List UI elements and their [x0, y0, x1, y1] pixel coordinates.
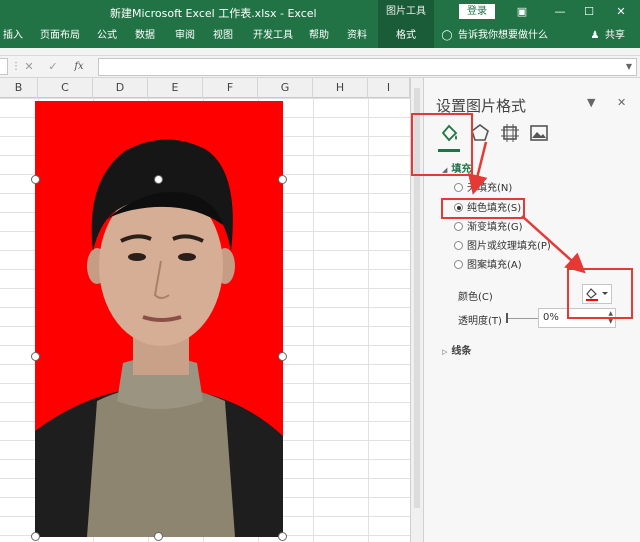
tab-review[interactable]: 审阅 — [170, 24, 200, 48]
resize-handle[interactable] — [31, 352, 40, 361]
minimize-icon[interactable]: — — [549, 3, 571, 21]
maximize-icon[interactable]: ☐ — [578, 3, 600, 21]
fill-option-gradient[interactable]: 渐变填充(G) — [454, 221, 523, 235]
expand-triangle-icon: ▷ — [442, 348, 448, 356]
annotation-box-color-button — [567, 268, 633, 319]
picture-icon[interactable] — [528, 122, 550, 144]
fill-option-picture-texture[interactable]: 图片或纹理填充(P) — [454, 240, 551, 254]
radio-button[interactable] — [454, 222, 463, 231]
transparency-slider-thumb[interactable] — [506, 313, 508, 323]
tab-page-layout[interactable]: 页面布局 — [34, 24, 86, 48]
tab-data[interactable]: 数据 — [130, 24, 160, 48]
user-icon: ♟ — [590, 30, 600, 41]
color-label: 颜色(C) — [458, 292, 493, 303]
radio-button[interactable] — [454, 241, 463, 250]
column-header-row: B C D E F G H I — [0, 78, 410, 98]
resize-handle[interactable] — [154, 532, 163, 541]
portrait-photo — [35, 101, 283, 537]
tab-insert[interactable]: 插入 — [0, 24, 26, 48]
fill-option-label: 渐变填充(G) — [467, 222, 523, 233]
tell-me-search[interactable]: 告诉我你想要做什么 — [458, 24, 568, 48]
share-button[interactable]: 共享 — [602, 24, 628, 48]
tab-help[interactable]: 帮助 — [304, 24, 334, 48]
insert-function-button[interactable]: fx — [70, 58, 88, 75]
annotation-box-fill-tab — [411, 113, 473, 176]
tab-formulas[interactable]: 公式 — [92, 24, 122, 48]
formula-input[interactable]: ▼ — [98, 58, 637, 76]
radio-button[interactable] — [454, 260, 463, 269]
pane-options-icon[interactable]: ▼ — [587, 96, 595, 109]
resize-handle[interactable] — [154, 175, 163, 184]
tab-view[interactable]: 视图 — [208, 24, 238, 48]
annotation-box-solid-fill — [441, 198, 525, 219]
column-header[interactable]: I — [368, 78, 410, 98]
tab-developer[interactable]: 开发工具 — [246, 24, 300, 48]
column-header[interactable]: H — [313, 78, 368, 98]
cancel-formula-button[interactable]: ✕ — [20, 58, 38, 75]
resize-handle[interactable] — [31, 175, 40, 184]
ribbon-tab-bar: 插入 页面布局 公式 数据 审阅 视图 开发工具 帮助 资料 格式 ◯ 告诉我你… — [0, 24, 640, 48]
picture-tools-context-label: 图片工具 — [378, 0, 434, 24]
selected-picture[interactable] — [35, 101, 283, 537]
pane-close-icon[interactable]: ✕ — [617, 96, 626, 109]
column-header[interactable]: B — [0, 78, 38, 98]
spin-down-icon[interactable]: ▼ — [608, 318, 613, 326]
resize-handle[interactable] — [278, 352, 287, 361]
tab-format[interactable]: 格式 — [378, 24, 434, 48]
formula-bar: ⋮ ✕ ✓ fx ▼ — [0, 56, 640, 78]
fill-option-pattern[interactable]: 图案填充(A) — [454, 259, 522, 273]
resize-handle[interactable] — [278, 175, 287, 184]
column-header[interactable]: E — [148, 78, 203, 98]
fill-option-none[interactable]: 无填充(N) — [454, 182, 512, 196]
column-header[interactable]: F — [203, 78, 258, 98]
tab-resources[interactable]: 资料 — [342, 24, 372, 48]
column-header[interactable]: G — [258, 78, 313, 98]
transparency-value: 0% — [543, 312, 559, 323]
line-section-header[interactable]: ▷ 线条 — [442, 342, 471, 357]
expand-formula-bar-icon[interactable]: ▼ — [626, 59, 632, 75]
ribbon-collapsed-strip — [0, 48, 640, 56]
title-bar: 新建Microsoft Excel 工作表.xlsx - Excel 图片工具 … — [0, 0, 640, 24]
ribbon-display-icon[interactable]: ▣ — [511, 3, 533, 21]
resize-handle[interactable] — [278, 532, 287, 541]
transparency-label: 透明度(T) — [458, 316, 502, 327]
line-section-title: 线条 — [451, 346, 472, 357]
fill-option-label: 图案填充(A) — [467, 260, 522, 271]
size-properties-icon[interactable] — [499, 122, 521, 144]
fill-option-label: 无填充(N) — [467, 183, 513, 194]
fill-option-label: 图片或纹理填充(P) — [467, 241, 551, 252]
transparency-slider-track[interactable] — [506, 318, 540, 319]
login-button[interactable]: 登录 — [459, 4, 495, 19]
radio-button[interactable] — [454, 183, 463, 192]
lightbulb-icon: ◯ — [441, 30, 453, 41]
window-title: 新建Microsoft Excel 工作表.xlsx - Excel — [110, 7, 317, 20]
enter-formula-button[interactable]: ✓ — [44, 58, 62, 75]
resize-handle[interactable] — [31, 532, 40, 541]
close-icon[interactable]: ✕ — [610, 3, 632, 21]
column-header[interactable]: C — [38, 78, 93, 98]
column-header[interactable]: D — [93, 78, 148, 98]
name-box[interactable] — [0, 58, 8, 75]
